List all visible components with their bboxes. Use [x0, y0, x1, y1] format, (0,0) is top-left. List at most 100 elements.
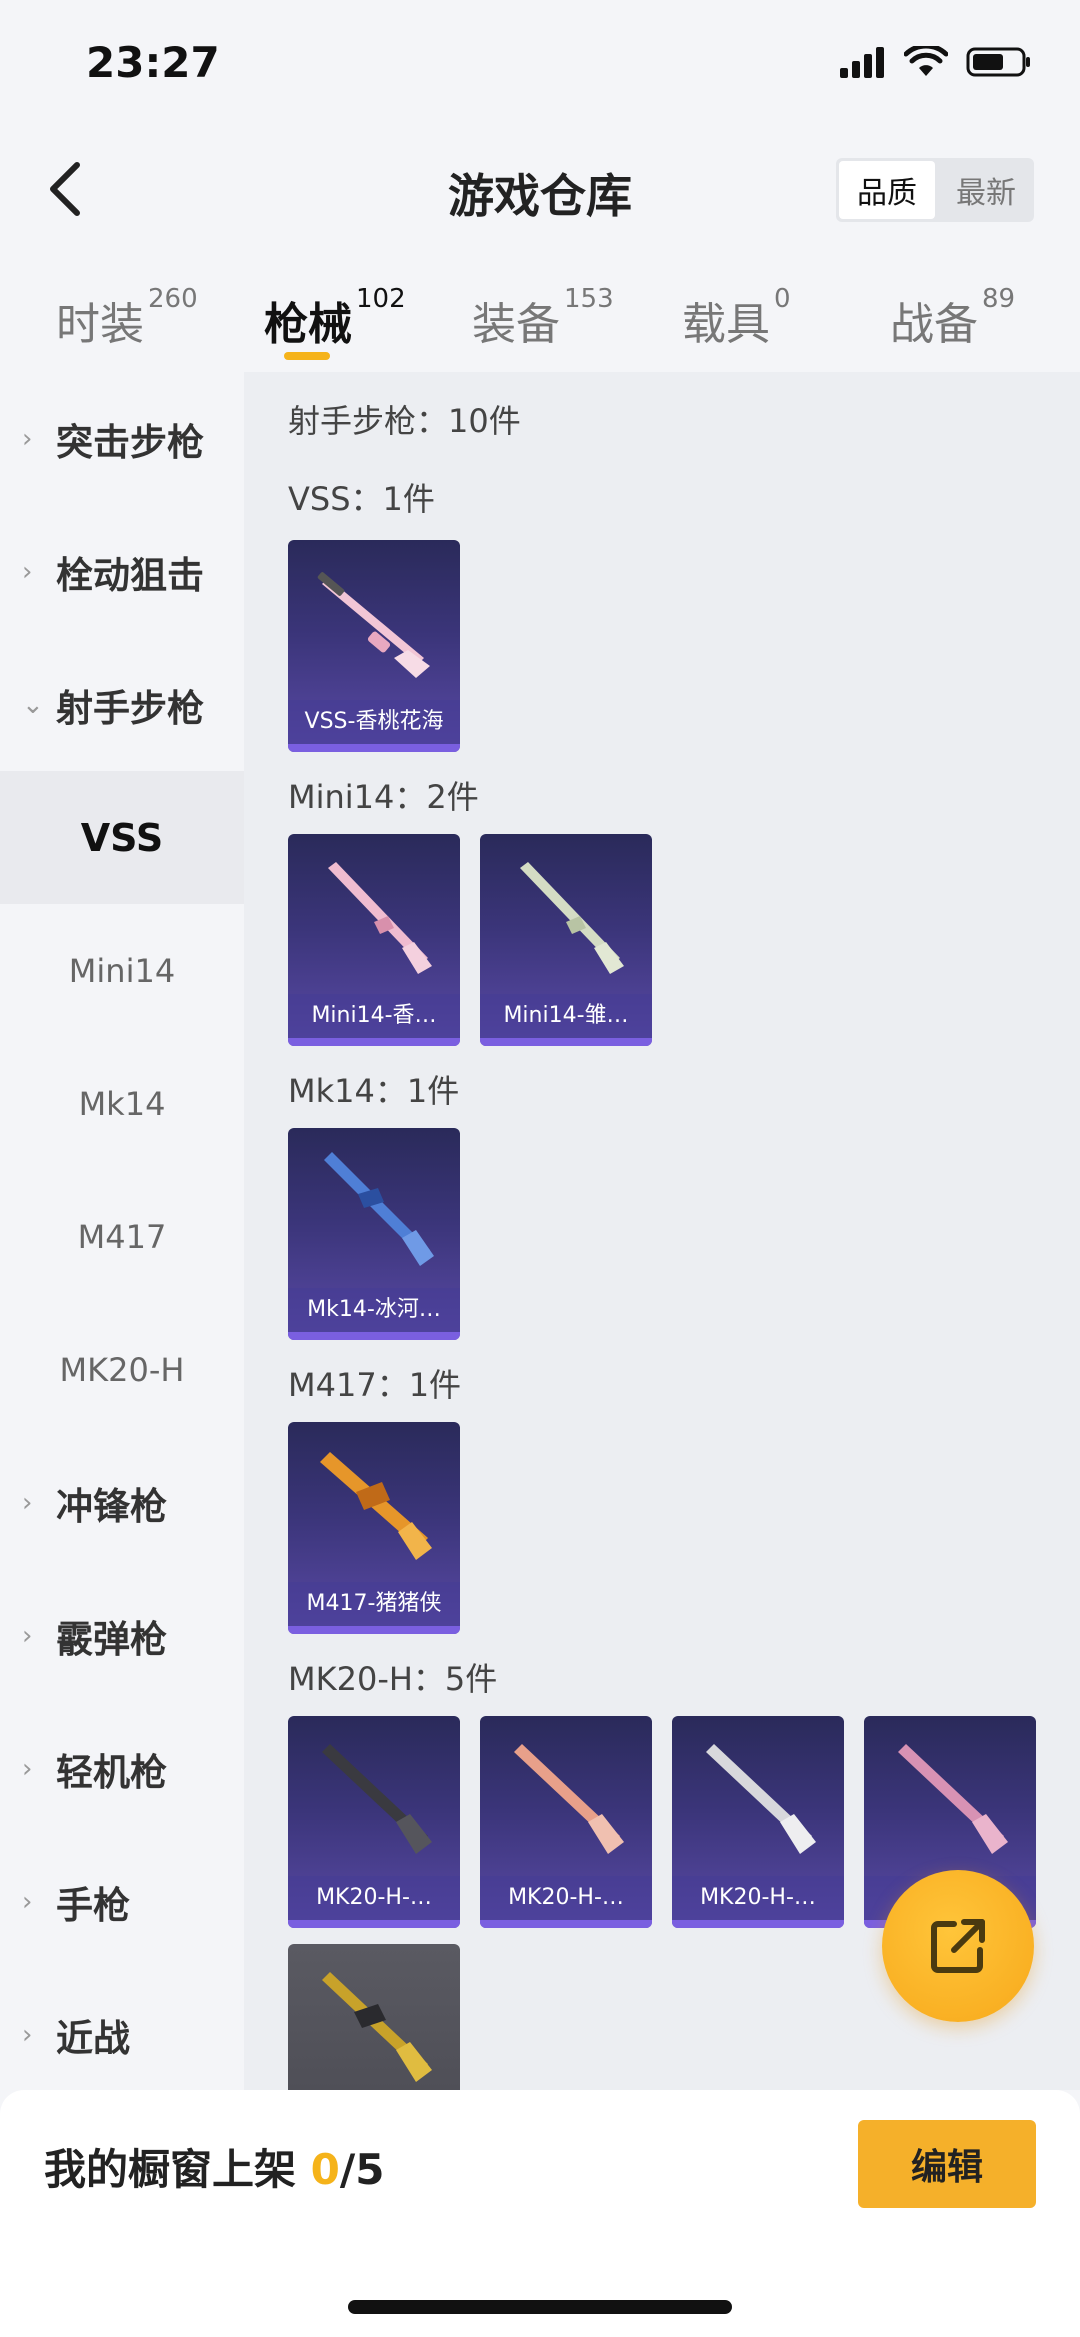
sidebar-item-smg[interactable]: › 冲锋枪: [0, 1436, 244, 1569]
showcase-total-count: /5: [339, 2145, 385, 2194]
sidebar-item-assault-rifle[interactable]: › 突击步枪: [0, 372, 244, 505]
chevron-right-icon: ›: [22, 1487, 33, 1518]
signal-icon: [840, 47, 884, 78]
share-button[interactable]: [882, 1870, 1034, 2022]
sidebar-item-label: 霰弹枪: [56, 1617, 167, 1661]
sidebar-subitem-mk14[interactable]: Mk14: [0, 1037, 244, 1170]
chevron-right-icon: ›: [22, 556, 33, 587]
sidebar: › 突击步枪 › 栓动狙击 ⌄ 射手步枪 VSS Mini14 Mk14 M417 M…: [0, 372, 244, 2090]
item-label: Mk14-冰河…: [288, 1288, 460, 1332]
tab-label: 时装: [56, 299, 144, 350]
rarity-bar: [480, 1920, 652, 1928]
item-label: MK20-H-…: [288, 1876, 460, 1920]
home-indicator: [348, 2300, 732, 2314]
item-label: Mini14-雏…: [480, 994, 652, 1038]
chevron-right-icon: ›: [22, 423, 33, 454]
sidebar-item-label: 轻机枪: [56, 1750, 167, 1794]
item-card-mk20h-3[interactable]: MK20-H-…: [672, 1716, 844, 1928]
chevron-right-icon: ›: [22, 1886, 33, 1917]
sidebar-item-label: 近战: [56, 2016, 130, 2060]
section-title-mk14: Mk14：1件: [288, 1072, 460, 1110]
item-card-vss[interactable]: VSS-香桃花海: [288, 540, 460, 752]
item-card-mk20h-5[interactable]: [288, 1944, 460, 2090]
rifle-icon: [324, 1152, 434, 1266]
rifle-icon: [328, 862, 432, 974]
showcase-current-count: 0: [310, 2145, 340, 2194]
item-grid-panel: 射手步枪：10件 VSS：1件 VSS-香桃花海 Mini14：2件 Mini1…: [244, 372, 1080, 2090]
sort-toggle: 品质 最新: [836, 158, 1034, 222]
rarity-bar: [288, 1626, 460, 1634]
sidebar-subitem-vss[interactable]: VSS: [0, 771, 244, 904]
rarity-bar: [288, 1920, 460, 1928]
tab-vehicles[interactable]: 载具 0: [682, 284, 791, 352]
rifle-icon: [514, 1744, 624, 1854]
item-card-mini14-1[interactable]: Mini14-香…: [288, 834, 460, 1046]
item-label: MK20-H-…: [672, 1876, 844, 1920]
sidebar-item-shotgun[interactable]: › 霰弹枪: [0, 1569, 244, 1702]
rarity-bar: [288, 1332, 460, 1340]
sidebar-item-pistol[interactable]: › 手枪: [0, 1835, 244, 1968]
tab-count: 0: [774, 284, 791, 314]
item-card-m417[interactable]: M417-猪猪侠: [288, 1422, 460, 1634]
tab-label: 载具: [682, 299, 770, 350]
item-card-mk20h-1[interactable]: MK20-H-…: [288, 1716, 460, 1928]
chevron-down-icon: ⌄: [22, 689, 44, 720]
tab-count: 89: [982, 284, 1016, 314]
rifle-icon: [706, 1744, 816, 1854]
chevron-right-icon: ›: [22, 1620, 33, 1651]
item-label: M417-猪猪侠: [288, 1582, 460, 1626]
rifle-icon: [322, 1972, 432, 2082]
sidebar-item-label: 突击步枪: [56, 420, 204, 464]
tab-firearms[interactable]: 枪械 102: [264, 284, 406, 352]
tab-label: 战备: [890, 299, 978, 350]
status-time: 23:27: [86, 38, 220, 87]
chevron-right-icon: ›: [22, 1753, 33, 1784]
rarity-bar: [672, 1920, 844, 1928]
section-title-m417: M417：1件: [288, 1366, 462, 1404]
section-title-mk20h: MK20-H：5件: [288, 1660, 498, 1698]
edit-button[interactable]: 编辑: [858, 2120, 1036, 2208]
category-count-title: 射手步枪：10件: [288, 402, 521, 440]
sidebar-item-label: 手枪: [56, 1883, 130, 1927]
status-bar: 23:27: [0, 0, 1080, 130]
active-tab-indicator: [284, 352, 330, 360]
rifle-icon: [320, 1452, 432, 1560]
rifle-icon: [322, 1744, 432, 1854]
sidebar-subitem-mk20h[interactable]: MK20-H: [0, 1303, 244, 1436]
header: 游戏仓库 品质 最新: [0, 130, 1080, 250]
item-card-mk14[interactable]: Mk14-冰河…: [288, 1128, 460, 1340]
rarity-bar: [288, 1038, 460, 1046]
category-tabs: 时装 260 枪械 102 装备 153 载具 0 战备 89: [0, 270, 1080, 370]
tab-count: 102: [356, 284, 406, 314]
sort-quality-button[interactable]: 品质: [839, 161, 935, 219]
sort-newest-button[interactable]: 最新: [938, 158, 1034, 222]
sidebar-item-melee[interactable]: › 近战: [0, 1968, 244, 2101]
item-card-mk20h-2[interactable]: MK20-H-…: [480, 1716, 652, 1928]
sidebar-item-marksman-rifle[interactable]: ⌄ 射手步枪: [0, 638, 244, 771]
sidebar-item-label: 射手步枪: [56, 686, 204, 730]
section-title-vss: VSS：1件: [288, 480, 435, 518]
tab-count: 153: [564, 284, 614, 314]
sidebar-item-lmg[interactable]: › 轻机枪: [0, 1702, 244, 1835]
rifle-icon: [520, 862, 624, 974]
chevron-right-icon: ›: [22, 2019, 33, 2050]
item-label: Mini14-香…: [288, 994, 460, 1038]
status-icons: [838, 46, 1032, 78]
sidebar-item-label: 栓动狙击: [56, 553, 204, 597]
sidebar-item-label: 冲锋枪: [56, 1484, 167, 1528]
item-card-mini14-2[interactable]: Mini14-雏…: [480, 834, 652, 1046]
tab-costume[interactable]: 时装 260: [56, 284, 198, 352]
rifle-icon: [317, 572, 430, 678]
rarity-bar: [288, 744, 460, 752]
sidebar-subitem-mini14[interactable]: Mini14: [0, 904, 244, 1037]
tab-equipment[interactable]: 装备 153: [472, 284, 614, 352]
showcase-status: 我的橱窗上架 0/5: [44, 2136, 384, 2197]
item-label: MK20-H-…: [480, 1876, 652, 1920]
tab-supplies[interactable]: 战备 89: [890, 284, 1015, 352]
external-link-icon: [931, 1919, 985, 1973]
sidebar-item-bolt-sniper[interactable]: › 栓动狙击: [0, 505, 244, 638]
section-title-mini14: Mini14：2件: [288, 778, 479, 816]
tab-count: 260: [148, 284, 198, 314]
sidebar-subitem-m417[interactable]: M417: [0, 1170, 244, 1303]
rifle-icon: [898, 1744, 1008, 1854]
